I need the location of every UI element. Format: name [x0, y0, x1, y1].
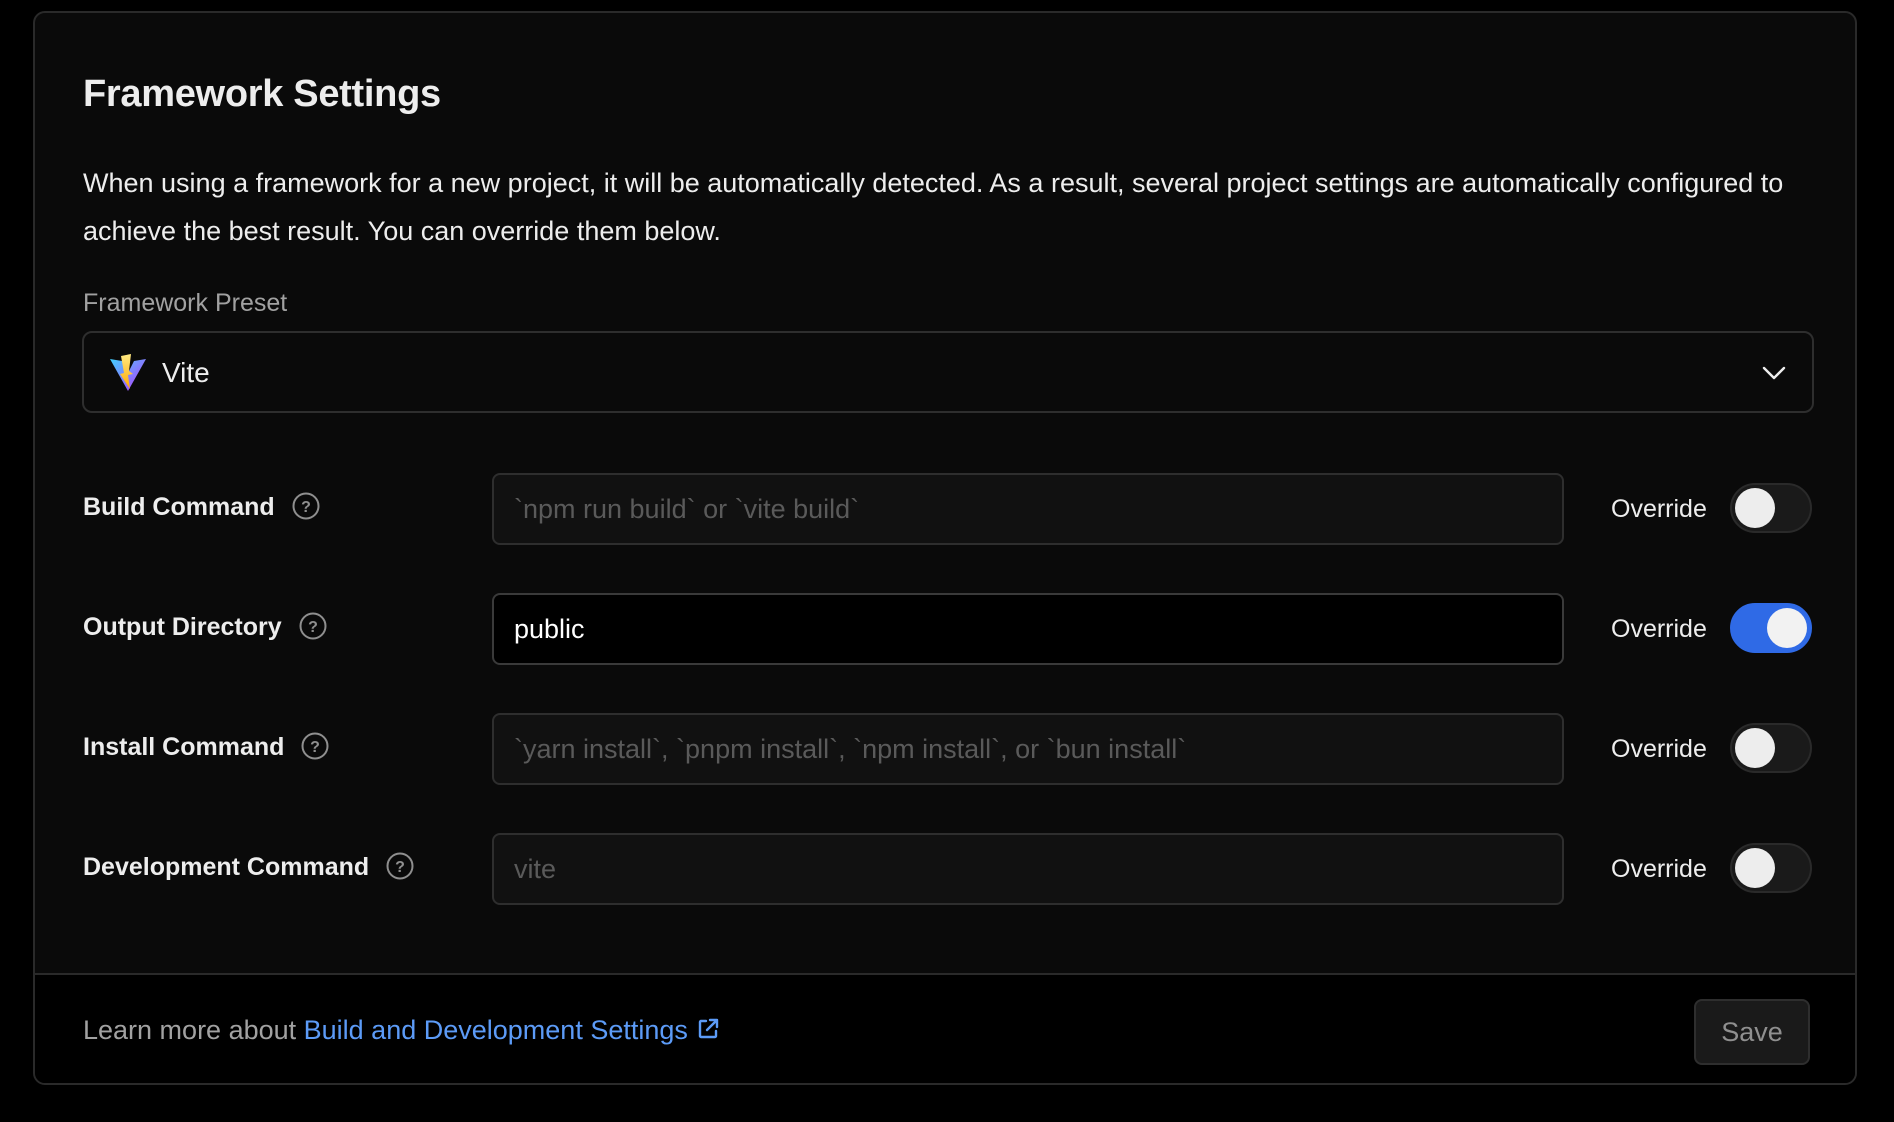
development-command-row: Development Command ? Override [35, 833, 1855, 905]
install-command-label: Install Command [83, 733, 285, 761]
install-command-input[interactable] [492, 713, 1564, 785]
development-command-label: Development Command [83, 853, 370, 881]
footer-learn-more: Learn more about Build and Development S… [83, 1015, 720, 1046]
output-directory-override-label: Override [1611, 615, 1707, 643]
help-icon[interactable]: ? [386, 852, 414, 880]
toggle-knob [1735, 728, 1775, 768]
output-directory-label: Output Directory [83, 613, 282, 641]
build-settings-docs-link[interactable]: Build and Development Settings [304, 1015, 720, 1045]
toggle-knob [1767, 608, 1807, 648]
page-title: Framework Settings [83, 73, 441, 115]
development-command-input[interactable] [492, 833, 1564, 905]
vite-logo-icon [110, 354, 146, 391]
output-directory-override-toggle[interactable] [1730, 603, 1812, 653]
build-command-input[interactable] [492, 473, 1564, 545]
development-command-override-label: Override [1611, 855, 1707, 883]
install-command-row: Install Command ? Override [35, 713, 1855, 785]
card-footer: Learn more about Build and Development S… [35, 973, 1855, 1083]
framework-settings-card: Framework Settings When using a framewor… [33, 11, 1857, 1085]
card-body: Framework Settings When using a framewor… [35, 13, 1855, 973]
svg-text:?: ? [308, 619, 318, 636]
help-icon[interactable]: ? [292, 492, 320, 520]
help-icon[interactable]: ? [301, 732, 329, 760]
settings-description: When using a framework for a new project… [83, 168, 1784, 246]
install-command-override-label: Override [1611, 735, 1707, 763]
output-directory-row: Output Directory ? Override [35, 593, 1855, 665]
development-command-override-toggle[interactable] [1730, 843, 1812, 893]
build-command-override-label: Override [1611, 495, 1707, 523]
svg-text:?: ? [301, 499, 311, 516]
external-link-icon [698, 1018, 719, 1039]
footer-text: Learn more about [83, 1015, 304, 1045]
install-command-override-toggle[interactable] [1730, 723, 1812, 773]
toggle-knob [1735, 848, 1775, 888]
build-command-label: Build Command [83, 493, 275, 521]
framework-preset-value: Vite [162, 357, 210, 388]
svg-text:?: ? [395, 859, 405, 876]
save-button[interactable]: Save [1694, 999, 1810, 1065]
footer-link-text: Build and Development Settings [303, 1015, 688, 1045]
help-icon[interactable]: ? [299, 612, 327, 640]
toggle-knob [1735, 488, 1775, 528]
svg-text:?: ? [310, 739, 320, 756]
output-directory-input[interactable] [492, 593, 1564, 665]
framework-preset-label: Framework Preset [83, 289, 288, 317]
chevron-down-icon [1762, 366, 1786, 380]
build-command-override-toggle[interactable] [1730, 483, 1812, 533]
build-command-row: Build Command ? Override [35, 473, 1855, 545]
framework-preset-select[interactable]: Vite [82, 331, 1814, 413]
